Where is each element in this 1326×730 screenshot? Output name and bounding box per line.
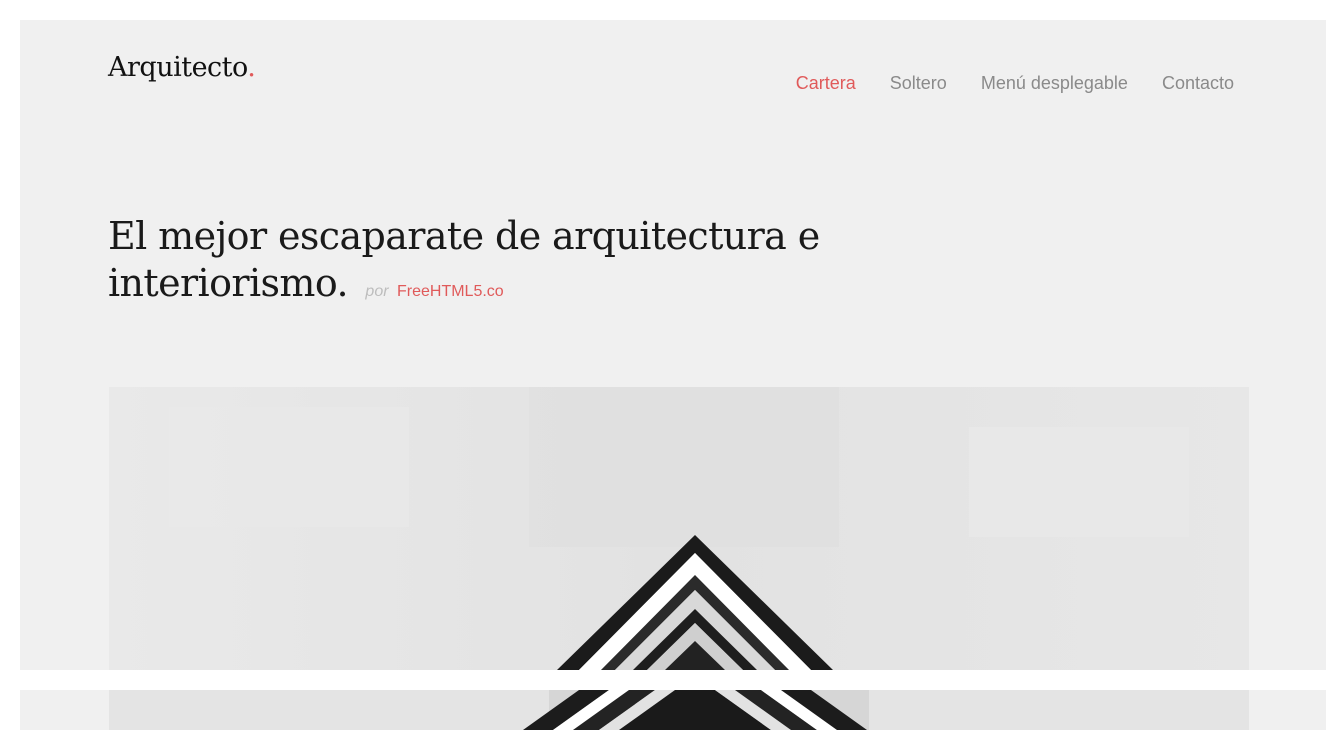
- hero-byline: por FreeHTML5.co: [365, 283, 503, 300]
- nav-item-contacto[interactable]: Contacto: [1162, 74, 1234, 92]
- page-panel-bottom: [20, 690, 1326, 730]
- hero-photo: [109, 387, 1249, 670]
- building-photo-bottom: [109, 690, 1249, 730]
- nav-item-menu-desplegable[interactable]: Menú desplegable: [981, 74, 1128, 92]
- page-panel-top: Arquitecto. Cartera Soltero Menú despleg…: [20, 20, 1326, 670]
- building-photo-top: [109, 387, 1249, 670]
- logo-dot: .: [247, 52, 256, 83]
- main-nav: Cartera Soltero Menú desplegable Contact…: [796, 74, 1234, 92]
- nav-item-cartera[interactable]: Cartera: [796, 74, 856, 92]
- credit-link[interactable]: FreeHTML5.co: [397, 283, 504, 300]
- site-logo[interactable]: Arquitecto.: [108, 52, 256, 83]
- nav-item-soltero[interactable]: Soltero: [890, 74, 947, 92]
- byline-por: por: [365, 283, 389, 300]
- logo-text: Arquitecto: [108, 52, 248, 83]
- hero-photo-continued: [109, 690, 1249, 730]
- hero-heading: El mejor escaparate de arquitectura e in…: [108, 213, 868, 315]
